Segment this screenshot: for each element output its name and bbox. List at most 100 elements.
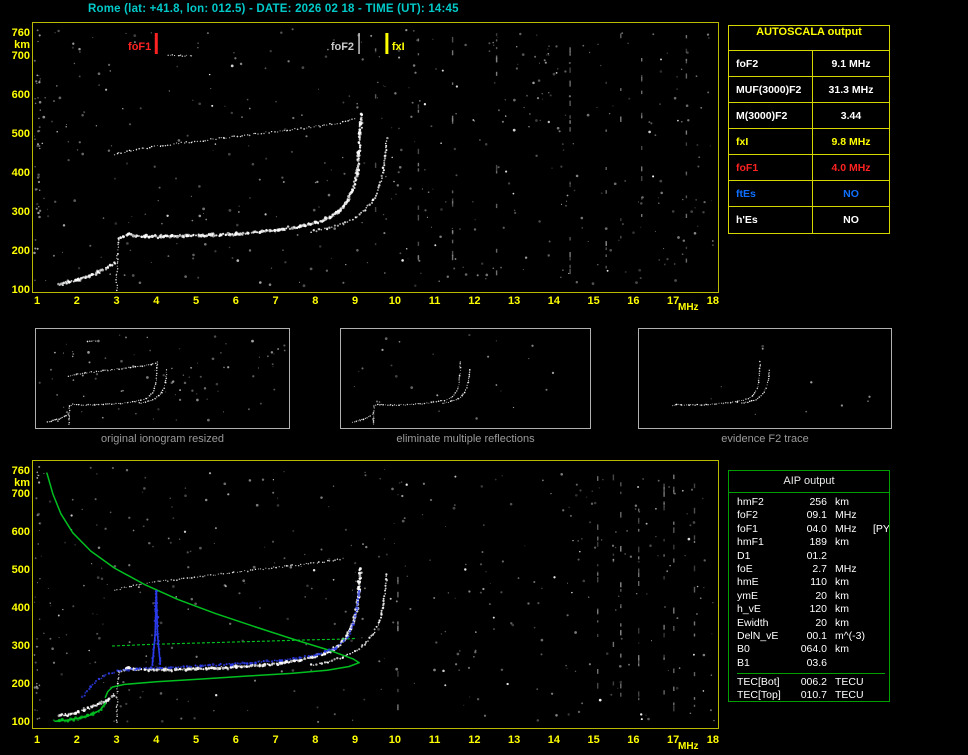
autoscala-param-label: foF2 xyxy=(729,51,813,76)
aip-cell-l: DelN_vE xyxy=(737,629,779,642)
noise-dots xyxy=(36,466,714,723)
autoscala-row-M3000F2: M(3000)F2 3.44 xyxy=(729,103,889,129)
autoscala-row-fxI: fxI 9.8 MHz xyxy=(729,129,889,155)
aip-cell-v: 00.1 xyxy=(806,629,827,642)
autoscala-param-value: 4.0 MHz xyxy=(831,161,871,174)
x-tick-10: 10 xyxy=(388,734,401,746)
trace-F1-cusp xyxy=(115,671,121,723)
x-tick-12: 12 xyxy=(468,295,481,307)
thumbnail-original-ionogram xyxy=(35,328,290,429)
x-tick-4: 4 xyxy=(153,295,160,307)
aip-cell-l: TEC[Bot] xyxy=(737,676,780,689)
aip-cell-v: 064.0 xyxy=(800,643,827,656)
autoscala-param-label: M(3000)F2 xyxy=(729,103,813,128)
aip-cell-u: MHz xyxy=(835,562,857,575)
aip-cell-v: 01.2 xyxy=(806,549,827,562)
aip-cell-n: [PY] xyxy=(873,522,890,535)
aip-cell-l: foF1 xyxy=(737,522,759,535)
x-tick-14: 14 xyxy=(547,734,560,746)
aip-cell-u: km xyxy=(835,589,849,602)
aip-cell-v: 120 xyxy=(809,603,827,616)
x-tick-9: 9 xyxy=(352,295,359,307)
aip-cell-l: B1 xyxy=(737,656,750,669)
aip-cell-l: hmF1 xyxy=(737,536,764,549)
y-tick-400: 400 xyxy=(11,167,30,179)
aip-row-foF1: foF1 04.0 MHz [PY] xyxy=(737,522,889,536)
y-tick-700: 700 xyxy=(11,50,30,62)
marker-foF1: foF1 xyxy=(128,33,158,54)
autoscala-param-label: ftEs xyxy=(729,181,813,206)
aip-cell-u: m^(-3) xyxy=(835,629,866,642)
x-tick-14: 14 xyxy=(547,295,560,307)
autoscala-param-label: foF1 xyxy=(729,155,813,180)
aip-row-foE: foE 2.7 MHz xyxy=(737,563,885,576)
trace-F-trace-extraordinary xyxy=(310,136,389,233)
y-tick-200: 200 xyxy=(11,245,30,257)
aip-cell-u: TECU xyxy=(835,676,864,689)
x-tick-6: 6 xyxy=(232,734,239,746)
y-axis-unit: km xyxy=(14,38,30,51)
aip-cell-u: MHz xyxy=(835,522,857,535)
y-tick-400: 400 xyxy=(11,602,30,614)
x-tick-1: 1 xyxy=(33,734,41,746)
aip-row-foF2: foF2 09.1 MHz xyxy=(737,509,885,522)
aip-cell-v: 110 xyxy=(810,576,827,589)
aip-cell-v: 04.0 xyxy=(806,522,827,535)
autoscala-row-hEs: h'Es NO xyxy=(729,207,889,233)
aip-row-B1: B1 03.6 xyxy=(737,657,885,670)
aip-row-B0: B0 064.0 km xyxy=(737,643,885,656)
svg-text:fxI: fxI xyxy=(392,41,405,53)
x-tick-10: 10 xyxy=(388,295,401,307)
y-tick-500: 500 xyxy=(11,564,30,576)
thumbnail-eliminate-reflections xyxy=(340,328,591,429)
aip-cell-u: km xyxy=(835,496,849,508)
aip-cell-v: 010.7 xyxy=(800,689,827,702)
x-tick-2: 2 xyxy=(73,734,80,746)
x-tick-9: 9 xyxy=(352,734,359,746)
thumbnail-original-canvas xyxy=(38,334,286,425)
aip-cell-l: h_vE xyxy=(737,603,761,616)
marker-foF2: foF2 xyxy=(331,33,360,54)
top-ionogram-panel: foF1 foF2 fxI xyxy=(32,22,719,293)
autoscala-param-label: h'Es xyxy=(729,207,813,233)
y-tick-300: 300 xyxy=(11,206,30,218)
x-tick-7: 7 xyxy=(272,734,279,746)
noise-dots xyxy=(35,28,714,288)
x-tick-18: 18 xyxy=(706,295,720,307)
x-tick-13: 13 xyxy=(507,295,521,307)
aip-cell-u: km xyxy=(835,643,849,656)
trace-high-altitude-echo xyxy=(167,54,193,57)
interference-streaks xyxy=(397,474,696,712)
edge-noise xyxy=(33,29,42,282)
y-tick-600: 600 xyxy=(11,89,30,101)
x-tick-5: 5 xyxy=(192,295,200,307)
x-tick-11: 11 xyxy=(428,295,441,307)
thumbnail-caption-eliminate: eliminate multiple reflections xyxy=(396,433,535,445)
aip-cell-v: 20 xyxy=(815,616,827,629)
aip-tec-divider xyxy=(737,673,885,675)
noise-dots xyxy=(353,334,555,420)
aip-cell-l: foE xyxy=(737,562,753,575)
electron-density-profile xyxy=(46,472,360,723)
x-tick-5: 5 xyxy=(192,734,200,746)
autoscala-row-MUF3000F2: MUF(3000)F2 31.3 MHz xyxy=(729,77,889,103)
thumbnail-eliminate-canvas xyxy=(351,334,555,425)
aip-cell-v: 03.6 xyxy=(806,656,827,669)
autoscala-output-table: AUTOSCALA output foF2 9.1 MHz MUF(3000)F2 3… xyxy=(728,25,890,234)
noise-dots xyxy=(38,334,286,423)
x-tick-1: 1 xyxy=(33,295,41,307)
bottom-ionogram-canvas xyxy=(33,465,715,723)
y-axis-unit: km xyxy=(14,477,30,490)
x-tick-17: 17 xyxy=(667,295,680,307)
x-tick-15: 15 xyxy=(587,734,600,746)
aip-cell-l: hmF2 xyxy=(737,496,764,508)
aip-row-ymE: ymE 20 km xyxy=(737,590,885,603)
svg-text:foF2: foF2 xyxy=(331,41,354,53)
y-tick-760: 760 xyxy=(11,465,30,478)
trace-E-region-echo xyxy=(57,261,117,287)
aip-cell-l: B0 xyxy=(737,643,750,656)
aip-table-rows: hmF2 256 km foF2 09.1 MHz foF1 04.0 MHz [PY] hmF1 1… xyxy=(729,493,889,702)
aip-row-DelNvE: DelN_vE 00.1 m^(-3) xyxy=(737,630,885,643)
aip-cell-u: km xyxy=(835,536,849,549)
aip-cell-u: MHz xyxy=(835,509,857,522)
